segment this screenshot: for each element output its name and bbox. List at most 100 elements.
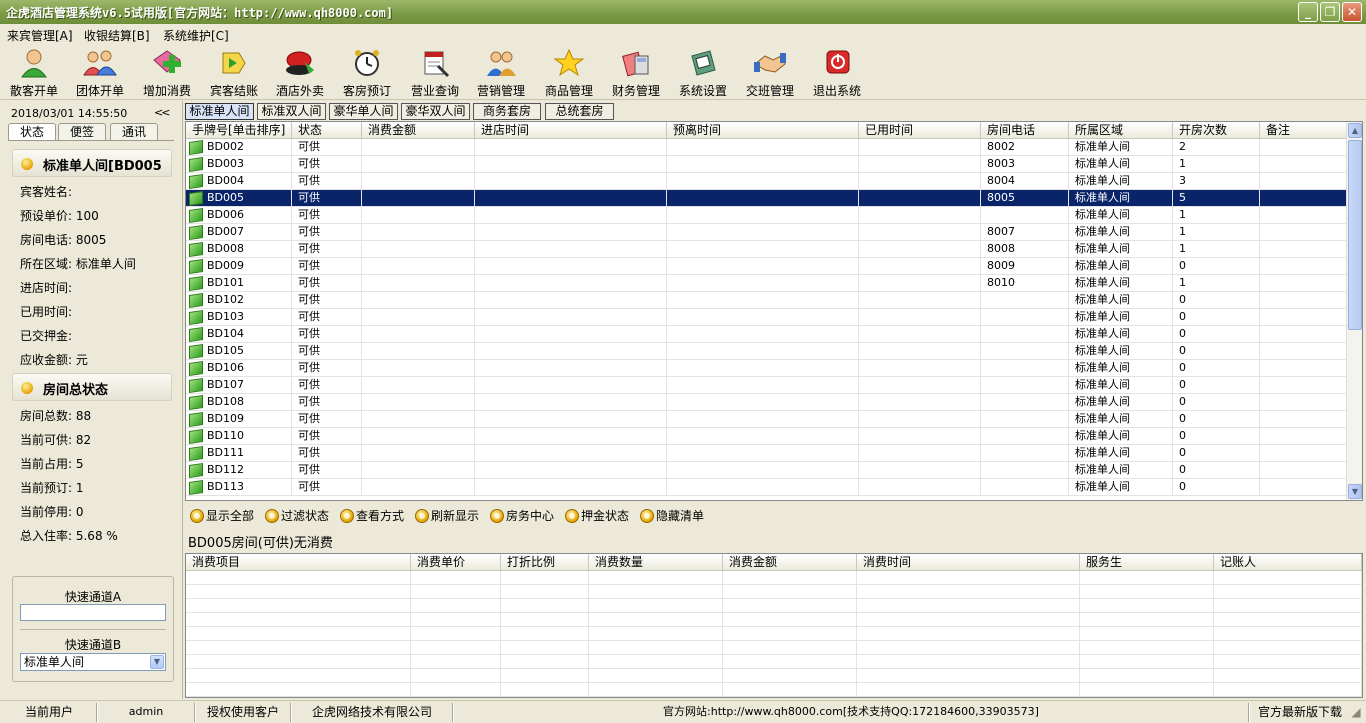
table-row[interactable]: BD003 可供 8003 标准单人间 1: [186, 156, 1347, 173]
table-row[interactable]: BD102 可供 标准单人间 0: [186, 292, 1347, 309]
preset-price-line: 预设单价: 100: [20, 209, 99, 223]
toolbar-takeaway-button[interactable]: 酒店外卖: [267, 46, 333, 98]
table-row[interactable]: BD002 可供 8002 标准单人间 2: [186, 139, 1347, 156]
item-header[interactable]: 消费项目: [186, 554, 411, 571]
checkout-time-header[interactable]: 预离时间: [667, 122, 859, 139]
elapsed-time-header[interactable]: 已用时间: [859, 122, 981, 139]
toolbar-marketing-button[interactable]: 营销管理: [468, 46, 534, 98]
menu-guest-management[interactable]: 来宾管理[A]: [7, 27, 73, 44]
toolbar-shift-handover-button[interactable]: 交班管理: [737, 46, 803, 98]
table-row[interactable]: BD005 可供 8005 标准单人间 5: [186, 190, 1347, 207]
consume-amount-header[interactable]: 消费金额: [723, 554, 857, 571]
maximize-button[interactable]: ❐: [1320, 2, 1340, 22]
room-area: 标准单人间: [1069, 292, 1173, 309]
toolbar-goods-management-button[interactable]: 商品管理: [536, 46, 602, 98]
table-row[interactable]: BD006 可供 标准单人间 1: [186, 207, 1347, 224]
tab-standard-single[interactable]: 标准单人间: [185, 103, 254, 120]
collapse-panel-button[interactable]: <<: [154, 106, 171, 119]
consume-time-header[interactable]: 消费时间: [857, 554, 1080, 571]
room-number: BD107: [186, 377, 292, 394]
table-row[interactable]: BD107 可供 标准单人间 0: [186, 377, 1347, 394]
toolbar-walkin-order-button[interactable]: 散客开单: [1, 46, 67, 98]
minimize-button[interactable]: _: [1298, 2, 1318, 22]
table-row[interactable]: BD110 可供 标准单人间 0: [186, 428, 1347, 445]
toolbar-checkout-button[interactable]: 宾客结账: [201, 46, 267, 98]
tab-status[interactable]: 状态: [8, 123, 56, 141]
toolbar-system-settings-button[interactable]: 系统设置: [670, 46, 736, 98]
checkin-time-header[interactable]: 进店时间: [475, 122, 667, 139]
tab-deluxe-single[interactable]: 豪华单人间: [329, 103, 398, 120]
star-icon: [553, 48, 585, 77]
chevron-down-icon[interactable]: ▼: [150, 655, 164, 669]
room-area: 标准单人间: [1069, 411, 1173, 428]
hide-list-button[interactable]: 隐藏清单: [638, 507, 704, 525]
tab-presidential-suite[interactable]: 总统套房: [545, 103, 614, 120]
table-row[interactable]: BD105 可供 标准单人间 0: [186, 343, 1347, 360]
room-number-header[interactable]: 手牌号[单击排序]: [186, 122, 292, 139]
table-row[interactable]: BD112 可供 标准单人间 0: [186, 462, 1347, 479]
quantity-header[interactable]: 消费数量: [589, 554, 723, 571]
view-mode-button[interactable]: 查看方式: [338, 507, 404, 525]
toolbar-room-booking-button[interactable]: 客房预订: [334, 46, 400, 98]
toolbar-add-consume-button[interactable]: 增加消费: [134, 46, 200, 98]
phone-header[interactable]: 房间电话: [981, 122, 1069, 139]
room-status: 可供: [292, 428, 362, 445]
tab-notes[interactable]: 便签: [58, 123, 106, 141]
menu-system-maintenance[interactable]: 系统维护[C]: [163, 27, 229, 44]
room-info-title: 标准单人间[BD005: [43, 159, 162, 174]
deposit-status-button[interactable]: 押金状态: [563, 507, 629, 525]
toolbar-business-query-button[interactable]: 营业查询: [402, 46, 468, 98]
bookkeeper-header[interactable]: 记账人: [1214, 554, 1362, 571]
checkin-time: [475, 173, 667, 190]
room-grid-scrollbar[interactable]: ▲ ▼: [1346, 122, 1362, 500]
quick-access-a-input[interactable]: [20, 604, 166, 621]
discount-header[interactable]: 打折比例: [501, 554, 589, 571]
table-row[interactable]: BD007 可供 8007 标准单人间 1: [186, 224, 1347, 241]
table-row[interactable]: BD101 可供 8010 标准单人间 1: [186, 275, 1347, 292]
scroll-up-button[interactable]: ▲: [1348, 123, 1362, 138]
toolbar-group-order-button[interactable]: 团体开单: [67, 46, 133, 98]
toolbar-exit-button[interactable]: 退出系统: [804, 46, 870, 98]
tab-contacts[interactable]: 通讯: [110, 123, 158, 141]
area-header[interactable]: 所属区域: [1069, 122, 1173, 139]
status-header[interactable]: 状态: [292, 122, 362, 139]
quick-access-b-select[interactable]: 标准单人间 ▼: [20, 653, 166, 671]
licensed-company: 企虎网络技术有限公司: [311, 705, 432, 719]
filter-status-button[interactable]: 过滤状态: [263, 507, 329, 525]
show-all-icon: [190, 509, 204, 523]
amount-header[interactable]: 消费金额: [362, 122, 475, 139]
table-row[interactable]: BD109 可供 标准单人间 0: [186, 411, 1347, 428]
table-row[interactable]: BD111 可供 标准单人间 0: [186, 445, 1347, 462]
tab-business-suite[interactable]: 商务套房: [473, 103, 541, 120]
waiter-header[interactable]: 服务生: [1080, 554, 1214, 571]
resize-grip-icon[interactable]: ◢: [1348, 704, 1364, 722]
table-row[interactable]: BD009 可供 8009 标准单人间 0: [186, 258, 1347, 275]
unit-price-header[interactable]: 消费单价: [411, 554, 501, 571]
refresh-button[interactable]: 刷新显示: [413, 507, 479, 525]
tab-deluxe-double[interactable]: 豪华双人间: [401, 103, 470, 120]
toolbar-finance-button[interactable]: 财务管理: [603, 46, 669, 98]
remark-header[interactable]: 备注: [1260, 122, 1347, 139]
room-status: 可供: [292, 139, 362, 156]
housekeeping-center-button[interactable]: 房务中心: [488, 507, 554, 525]
table-row[interactable]: BD113 可供 标准单人间 0: [186, 479, 1347, 496]
view-icon: [340, 509, 354, 523]
scroll-thumb[interactable]: [1348, 140, 1362, 330]
checkin-time: [475, 156, 667, 173]
tab-standard-double[interactable]: 标准双人间: [257, 103, 326, 120]
open-count-header[interactable]: 开房次数: [1173, 122, 1260, 139]
download-latest-link[interactable]: 官方最新版下载: [1252, 704, 1348, 722]
table-row[interactable]: BD103 可供 标准单人间 0: [186, 309, 1347, 326]
show-all-button[interactable]: 显示全部: [188, 507, 254, 525]
table-row[interactable]: BD004 可供 8004 标准单人间 3: [186, 173, 1347, 190]
table-row[interactable]: BD008 可供 8008 标准单人间 1: [186, 241, 1347, 258]
room-phone: [981, 360, 1069, 377]
table-row[interactable]: BD104 可供 标准单人间 0: [186, 326, 1347, 343]
close-button[interactable]: ✕: [1342, 2, 1362, 22]
scroll-down-button[interactable]: ▼: [1348, 484, 1362, 499]
elapsed-time: [859, 428, 981, 445]
menu-cashier[interactable]: 收银结算[B]: [84, 27, 150, 44]
table-row[interactable]: BD106 可供 标准单人间 0: [186, 360, 1347, 377]
table-row[interactable]: BD108 可供 标准单人间 0: [186, 394, 1347, 411]
remark: [1260, 190, 1347, 207]
